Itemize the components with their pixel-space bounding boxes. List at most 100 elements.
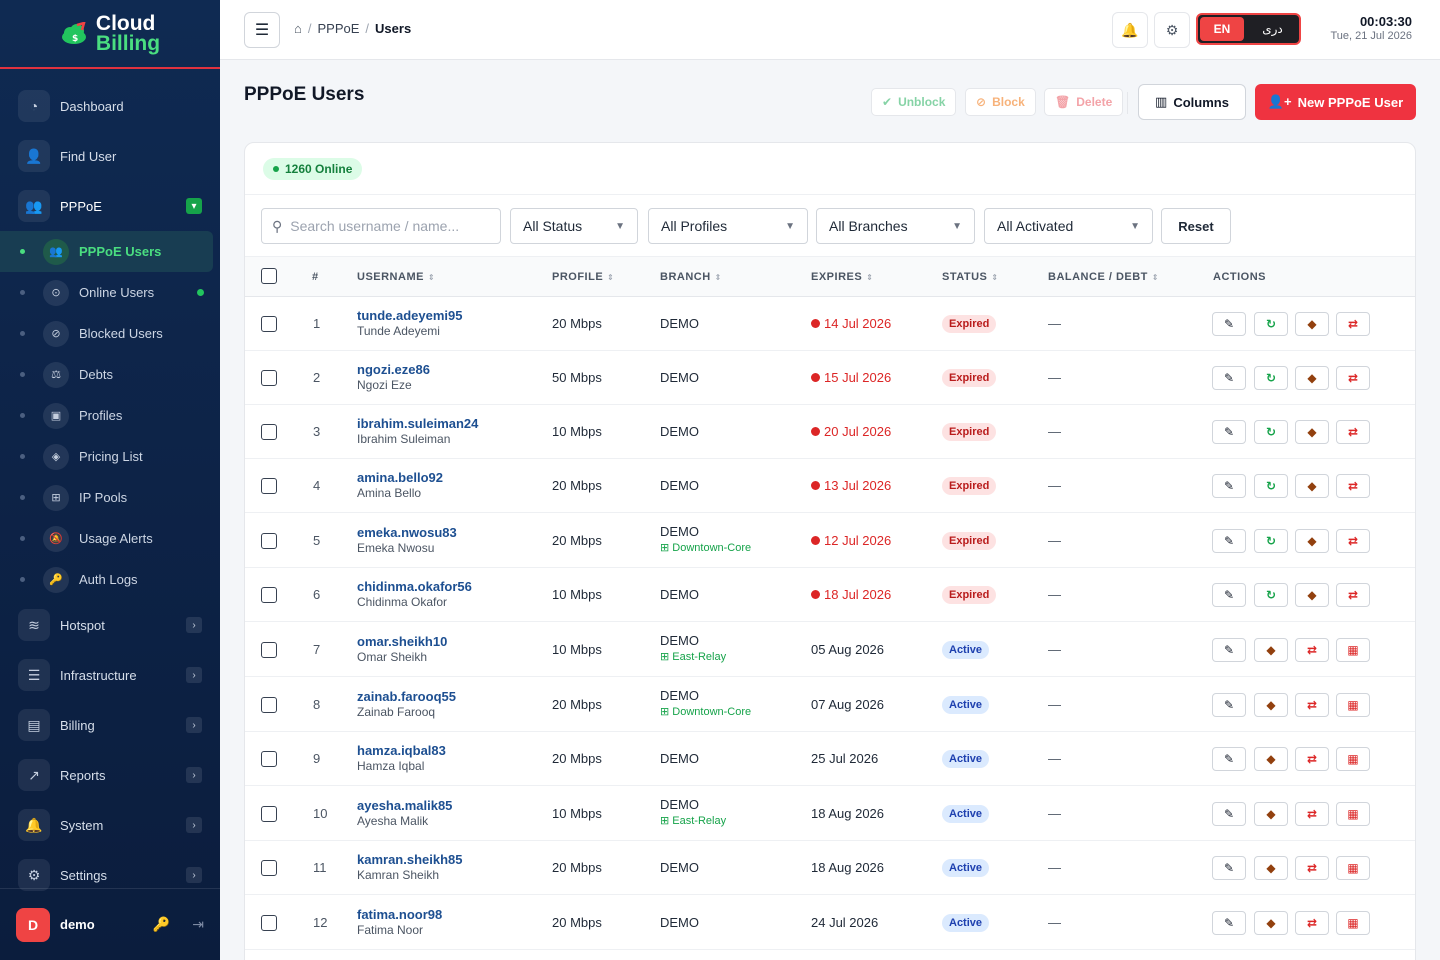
username-link[interactable]: fatima.noor98 bbox=[357, 907, 442, 922]
renew-button[interactable]: ↻ bbox=[1254, 474, 1288, 498]
block-button[interactable]: ⊘ Block bbox=[965, 88, 1036, 116]
sidebar-subitem-debts[interactable]: ⚖ Debts bbox=[0, 354, 220, 395]
edit-button[interactable]: ✎ bbox=[1212, 637, 1246, 662]
edit-button[interactable]: ✎ bbox=[1212, 801, 1246, 826]
row-checkbox[interactable] bbox=[261, 914, 277, 931]
col-profile[interactable]: PROFILE ⇕ bbox=[552, 271, 614, 283]
row-checkbox[interactable] bbox=[261, 587, 277, 603]
username-link[interactable]: amina.bello92 bbox=[357, 470, 443, 485]
sidebar-item-infrastructure[interactable]: ☰ Infrastructure › bbox=[0, 650, 220, 700]
change-profile-button[interactable]: ◆ bbox=[1254, 692, 1288, 717]
change-profile-button[interactable]: ◆ bbox=[1295, 312, 1329, 336]
sidebar-subitem-pricing-list[interactable]: ◈ Pricing List bbox=[0, 436, 220, 477]
settings-button[interactable]: ⚙ bbox=[1154, 12, 1190, 48]
activated-filter-select[interactable]: All Activated ▼ bbox=[984, 208, 1153, 244]
transfer-button[interactable]: ⇄ bbox=[1295, 747, 1329, 771]
sidebar-subitem-auth-logs[interactable]: 🔑 Auth Logs bbox=[0, 559, 220, 600]
sidebar-item-system[interactable]: 🔔 System › bbox=[0, 800, 220, 850]
key-icon[interactable]: 🔑 bbox=[153, 916, 170, 933]
edit-button[interactable]: ✎ bbox=[1212, 474, 1246, 498]
brand-logo[interactable]: $ Cloud Billing bbox=[0, 0, 220, 69]
transfer-button[interactable]: ⇄ bbox=[1336, 583, 1370, 607]
edit-button[interactable]: ✎ bbox=[1212, 856, 1246, 880]
sidebar-item-billing[interactable]: ▤ Billing › bbox=[0, 700, 220, 750]
change-profile-button[interactable]: ◆ bbox=[1295, 474, 1329, 498]
menu-toggle-button[interactable]: ☰ bbox=[244, 12, 280, 48]
username-link[interactable]: omar.sheikh10 bbox=[357, 634, 447, 649]
row-checkbox[interactable] bbox=[261, 860, 277, 876]
columns-button[interactable]: ▥ Columns bbox=[1138, 84, 1246, 120]
change-profile-button[interactable]: ◆ bbox=[1254, 747, 1288, 771]
sidebar-subitem-profiles[interactable]: ▣ Profiles bbox=[0, 395, 220, 436]
sidebar-item-find-user[interactable]: 👤 Find User bbox=[0, 131, 220, 181]
row-checkbox[interactable] bbox=[261, 696, 277, 713]
col-balance[interactable]: BALANCE / DEBT ⇕ bbox=[1048, 271, 1159, 283]
sidebar-subitem-online-users[interactable]: ⊙ Online Users bbox=[0, 272, 220, 313]
status-filter-select[interactable]: All Status ▼ bbox=[510, 208, 638, 244]
chevron-right-icon[interactable]: › bbox=[186, 817, 202, 833]
renew-button[interactable]: ↻ bbox=[1254, 583, 1288, 607]
username-link[interactable]: zainab.farooq55 bbox=[357, 689, 456, 704]
username-link[interactable]: hamza.iqbal83 bbox=[357, 743, 446, 758]
expire-button[interactable]: ▦ bbox=[1336, 637, 1370, 662]
change-profile-button[interactable]: ◆ bbox=[1254, 910, 1288, 935]
renew-button[interactable]: ↻ bbox=[1254, 366, 1288, 390]
sidebar-item-reports[interactable]: ↗ Reports › bbox=[0, 750, 220, 800]
expire-button[interactable]: ▦ bbox=[1336, 856, 1370, 880]
col-status[interactable]: STATUS ⇕ bbox=[942, 271, 999, 283]
chevron-right-icon[interactable]: › bbox=[186, 717, 202, 733]
username-link[interactable]: kamran.sheikh85 bbox=[357, 852, 463, 867]
change-profile-button[interactable]: ◆ bbox=[1254, 637, 1288, 662]
chevron-right-icon[interactable]: › bbox=[186, 767, 202, 783]
transfer-button[interactable]: ⇄ bbox=[1295, 856, 1329, 880]
select-all-checkbox[interactable] bbox=[261, 268, 277, 284]
notifications-button[interactable]: 🔔 bbox=[1112, 12, 1148, 48]
logout-icon[interactable]: ⇥ bbox=[192, 916, 204, 933]
sidebar-subitem-usage-alerts[interactable]: 🔕 Usage Alerts bbox=[0, 518, 220, 559]
renew-button[interactable]: ↻ bbox=[1254, 528, 1288, 553]
chevron-down-icon[interactable]: ▾ bbox=[186, 198, 202, 214]
new-pppoe-user-button[interactable]: 👤+ New PPPoE User bbox=[1255, 84, 1416, 120]
change-profile-button[interactable]: ◆ bbox=[1254, 856, 1288, 880]
edit-button[interactable]: ✎ bbox=[1212, 692, 1246, 717]
expire-button[interactable]: ▦ bbox=[1336, 692, 1370, 717]
change-profile-button[interactable]: ◆ bbox=[1254, 801, 1288, 826]
transfer-button[interactable]: ⇄ bbox=[1295, 801, 1329, 826]
branch-filter-select[interactable]: All Branches ▼ bbox=[816, 208, 975, 244]
row-checkbox[interactable] bbox=[261, 532, 277, 549]
sidebar-item-hotspot[interactable]: ≋ Hotspot › bbox=[0, 600, 220, 650]
avatar[interactable]: D bbox=[16, 907, 50, 942]
renew-button[interactable]: ↻ bbox=[1254, 312, 1288, 336]
sidebar-subitem-pppoe-users[interactable]: 👥 PPPoE Users bbox=[0, 231, 213, 272]
transfer-button[interactable]: ⇄ bbox=[1336, 366, 1370, 390]
expire-button[interactable]: ▦ bbox=[1336, 910, 1370, 935]
edit-button[interactable]: ✎ bbox=[1212, 747, 1246, 771]
username-link[interactable]: chidinma.okafor56 bbox=[357, 579, 472, 594]
reset-button[interactable]: Reset bbox=[1161, 208, 1231, 244]
row-checkbox[interactable] bbox=[261, 316, 277, 332]
transfer-button[interactable]: ⇄ bbox=[1295, 692, 1329, 717]
username-link[interactable]: tunde.adeyemi95 bbox=[357, 308, 463, 323]
chevron-right-icon[interactable]: › bbox=[186, 667, 202, 683]
breadcrumb-pppoe[interactable]: PPPoE bbox=[317, 21, 359, 36]
transfer-button[interactable]: ⇄ bbox=[1336, 528, 1370, 553]
sidebar-item-pppoe[interactable]: 👥 PPPoE ▾ bbox=[0, 181, 220, 231]
expire-button[interactable]: ▦ bbox=[1336, 801, 1370, 826]
col-branch[interactable]: BRANCH ⇕ bbox=[660, 271, 722, 283]
row-checkbox[interactable] bbox=[261, 751, 277, 767]
col-username[interactable]: USERNAME ⇕ bbox=[357, 271, 435, 283]
sidebar-item-dashboard[interactable]: ◔ Dashboard bbox=[0, 81, 220, 131]
row-checkbox[interactable] bbox=[261, 424, 277, 440]
edit-button[interactable]: ✎ bbox=[1212, 366, 1246, 390]
username-link[interactable]: emeka.nwosu83 bbox=[357, 525, 457, 540]
lang-dari-button[interactable]: دری bbox=[1248, 22, 1297, 36]
edit-button[interactable]: ✎ bbox=[1212, 583, 1246, 607]
search-input[interactable]: ⚲ Search username / name... bbox=[261, 208, 501, 244]
edit-button[interactable]: ✎ bbox=[1212, 910, 1246, 935]
home-icon[interactable]: ⌂ bbox=[294, 21, 302, 36]
chevron-right-icon[interactable]: › bbox=[186, 867, 202, 883]
row-checkbox[interactable] bbox=[261, 805, 277, 822]
unblock-button[interactable]: ✔ Unblock bbox=[871, 88, 957, 116]
edit-button[interactable]: ✎ bbox=[1212, 528, 1246, 553]
transfer-button[interactable]: ⇄ bbox=[1336, 312, 1370, 336]
